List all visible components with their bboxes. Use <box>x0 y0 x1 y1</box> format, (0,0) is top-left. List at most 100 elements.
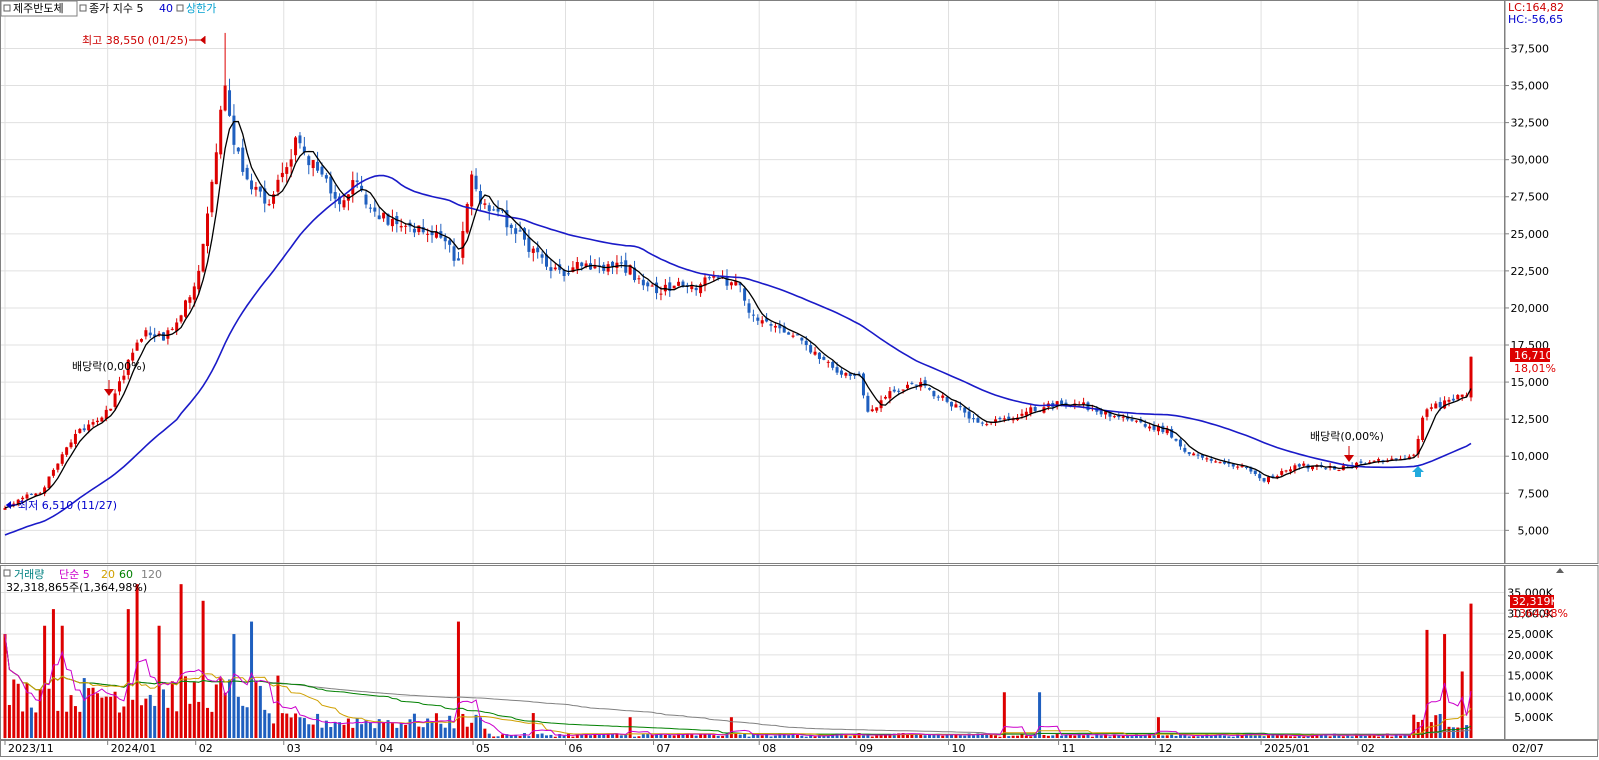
volume-bar <box>487 733 491 738</box>
volume-bar <box>729 717 733 738</box>
candle-body <box>905 384 909 389</box>
candle-body <box>51 469 55 476</box>
volume-bar <box>478 717 482 738</box>
x-tick-label: 08 <box>762 742 776 755</box>
last-volume-pct: 1364,98% <box>1512 607 1568 620</box>
candle-body <box>1121 416 1125 418</box>
volume-bar <box>1337 735 1341 738</box>
volume-bar <box>16 683 20 738</box>
volume-bar <box>1170 734 1174 738</box>
candle-body <box>1196 454 1200 456</box>
candle-body <box>25 494 29 499</box>
volume-bar <box>694 735 698 738</box>
candle-body <box>192 286 196 300</box>
candle-body <box>1099 410 1103 415</box>
legend-volume[interactable]: 거래량 <box>14 568 44 581</box>
candle-body <box>73 433 77 444</box>
candle-body <box>95 420 99 423</box>
volume-bar <box>1390 736 1394 738</box>
volume-bar <box>302 718 306 738</box>
x-tick-label: 09 <box>859 742 873 755</box>
candle-body <box>1002 418 1006 420</box>
volume-bar <box>1416 722 1420 738</box>
candle-body <box>870 409 874 412</box>
volume-bar <box>589 735 593 738</box>
candle-body <box>1434 403 1438 409</box>
volume-bar <box>298 717 302 738</box>
legend-vol-ma5[interactable]: 단순 5 <box>59 568 90 581</box>
volume-bar <box>1434 715 1438 738</box>
volume-bar <box>1192 736 1196 738</box>
candle-body <box>866 395 870 412</box>
price-tick-label: 10,000 <box>1511 450 1550 463</box>
candle-body <box>1231 464 1235 467</box>
candle-body <box>531 248 535 253</box>
candle-body <box>78 428 82 433</box>
volume-bar <box>456 621 460 738</box>
candle-body <box>1209 458 1213 461</box>
stock-chart: 5,0007,50010,00012,50015,00017,50020,000… <box>0 0 1599 757</box>
candle-body <box>1297 464 1301 467</box>
candle-body <box>646 282 650 287</box>
candle-body <box>1390 458 1394 460</box>
candle-body <box>553 267 557 270</box>
volume-bar <box>1363 735 1367 738</box>
candle-body <box>197 270 201 290</box>
candle-body <box>1165 429 1169 434</box>
volume-bar <box>43 625 47 738</box>
volume-bar <box>492 736 496 738</box>
volume-bar <box>1302 736 1306 738</box>
volume-bar <box>1046 735 1050 738</box>
volume-bar <box>214 684 218 738</box>
volume-bar <box>994 735 998 738</box>
volume-bar <box>483 728 487 738</box>
legend-stock-name[interactable]: 제주반도체 <box>13 2 64 15</box>
volume-bar <box>743 733 747 738</box>
candle-body <box>1174 438 1178 441</box>
volume-bar <box>7 704 11 738</box>
volume-bar <box>1465 725 1469 738</box>
candle-body <box>342 200 346 208</box>
volume-bar <box>109 696 113 738</box>
candle-body <box>901 389 905 391</box>
volume-bar <box>1152 735 1156 738</box>
volume-tick-label: 10,000K <box>1507 690 1553 703</box>
volume-bar <box>210 711 214 738</box>
legend-vol-ma120[interactable]: 120 <box>141 568 162 581</box>
volume-bar <box>1117 735 1121 738</box>
volume-bar <box>3 634 7 738</box>
legend-upper-limit[interactable]: 상한가 <box>186 2 216 15</box>
candle-body <box>932 391 936 397</box>
volume-bar <box>179 584 183 738</box>
volume-bar <box>1187 736 1191 738</box>
volume-bar <box>659 734 663 738</box>
volume-bar <box>1082 735 1086 738</box>
volume-bar <box>919 734 923 738</box>
candle-body <box>426 233 430 235</box>
candle-body <box>967 411 971 419</box>
volume-tick-label: 5,000K <box>1514 711 1553 724</box>
candle-body <box>1253 470 1257 475</box>
volume-bar <box>342 724 346 738</box>
x-tick-label: 02 <box>199 742 213 755</box>
legend-ma40[interactable]: 40 <box>159 2 173 15</box>
candle-body <box>1438 402 1442 408</box>
volume-bar <box>1438 713 1442 738</box>
price-tick-label: 15,000 <box>1511 376 1550 389</box>
candle-body <box>994 419 998 422</box>
candle-body <box>839 370 843 375</box>
candle-body <box>760 320 764 324</box>
volume-bar <box>382 722 386 738</box>
volume-bar <box>294 713 298 738</box>
price-tick-label: 7,500 <box>1518 487 1550 500</box>
candle-body <box>206 213 210 247</box>
candle-body <box>536 247 540 253</box>
volume-bar <box>245 707 249 738</box>
legend-vol-ma20[interactable]: 20 <box>101 568 115 581</box>
candle-body <box>139 339 143 342</box>
candle-body <box>1082 402 1086 405</box>
volume-bar <box>364 719 368 738</box>
legend-close-index[interactable]: 종가 지수 5 <box>89 2 143 15</box>
legend-vol-ma60[interactable]: 60 <box>119 568 133 581</box>
legend-marker-icon <box>3 569 11 577</box>
